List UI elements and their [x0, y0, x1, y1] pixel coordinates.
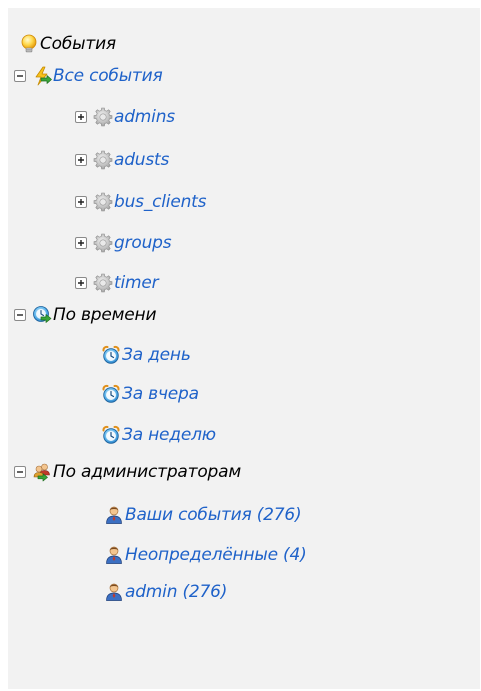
tree-node-yesterday[interactable]: За вчера	[101, 383, 199, 405]
tree-node-label[interactable]: Ваши события (276)	[125, 505, 302, 525]
collapse-toggle-icon[interactable]	[14, 309, 26, 321]
tree-node-label[interactable]: groups	[114, 233, 172, 253]
tree-node-label[interactable]: admins	[114, 107, 175, 127]
tree-node-adusts[interactable]: adusts	[75, 149, 169, 171]
gear-icon	[93, 192, 113, 212]
tree-node-label[interactable]: admin (276)	[125, 582, 227, 602]
user-icon	[104, 505, 124, 525]
lightbulb-icon	[19, 34, 39, 54]
tree-root-events[interactable]: События	[19, 33, 116, 55]
gear-icon	[93, 150, 113, 170]
alarm-clock-icon	[101, 425, 121, 445]
tree-node-all-events-label[interactable]: Все события	[53, 66, 163, 86]
tree-root-label: События	[40, 34, 116, 54]
tree-node-admins[interactable]: admins	[75, 106, 175, 128]
tree-node-label[interactable]: За вчера	[122, 384, 199, 404]
alarm-clock-icon	[101, 384, 121, 404]
user-icon	[104, 545, 124, 565]
collapse-toggle-icon[interactable]	[14, 70, 26, 82]
alarm-clock-icon	[101, 345, 121, 365]
gear-icon	[93, 233, 113, 253]
tree-node-today[interactable]: За день	[101, 344, 191, 366]
tree-node-admin[interactable]: admin (276)	[104, 581, 227, 603]
tree-node-timer[interactable]: timer	[75, 272, 159, 294]
tree-node-label[interactable]: adusts	[114, 150, 169, 170]
expand-toggle-icon[interactable]	[75, 111, 87, 123]
tree-node-label[interactable]: timer	[114, 273, 159, 293]
tree-node-label[interactable]: bus_clients	[114, 192, 206, 212]
users-arrow-icon	[32, 462, 52, 482]
tree-node-by-time-label[interactable]: По времени	[53, 305, 157, 325]
lightning-arrow-icon	[32, 66, 52, 86]
tree-node-your-events[interactable]: Ваши события (276)	[104, 504, 302, 526]
user-icon	[104, 582, 124, 602]
tree-node-all-events[interactable]: Все события	[14, 65, 163, 87]
collapse-toggle-icon[interactable]	[14, 466, 26, 478]
tree-node-by-admin-label[interactable]: По администраторам	[53, 462, 241, 482]
tree-node-groups[interactable]: groups	[75, 232, 172, 254]
gear-icon	[93, 273, 113, 293]
tree-node-by-admin[interactable]: По администраторам	[14, 461, 241, 483]
gear-icon	[93, 107, 113, 127]
tree-node-label[interactable]: За неделю	[122, 425, 216, 445]
expand-toggle-icon[interactable]	[75, 277, 87, 289]
tree-node-label[interactable]: За день	[122, 345, 191, 365]
expand-toggle-icon[interactable]	[75, 196, 87, 208]
tree-node-bus-clients[interactable]: bus_clients	[75, 191, 206, 213]
expand-toggle-icon[interactable]	[75, 154, 87, 166]
tree-node-undefined[interactable]: Неопределённые (4)	[104, 544, 307, 566]
expand-toggle-icon[interactable]	[75, 237, 87, 249]
tree-node-label[interactable]: Неопределённые (4)	[125, 545, 307, 565]
tree-node-week[interactable]: За неделю	[101, 424, 216, 446]
tree-node-by-time[interactable]: По времени	[14, 304, 157, 326]
events-tree-panel: События Все события admins adusts bus_cl…	[8, 8, 480, 689]
clock-arrow-icon	[32, 305, 52, 325]
